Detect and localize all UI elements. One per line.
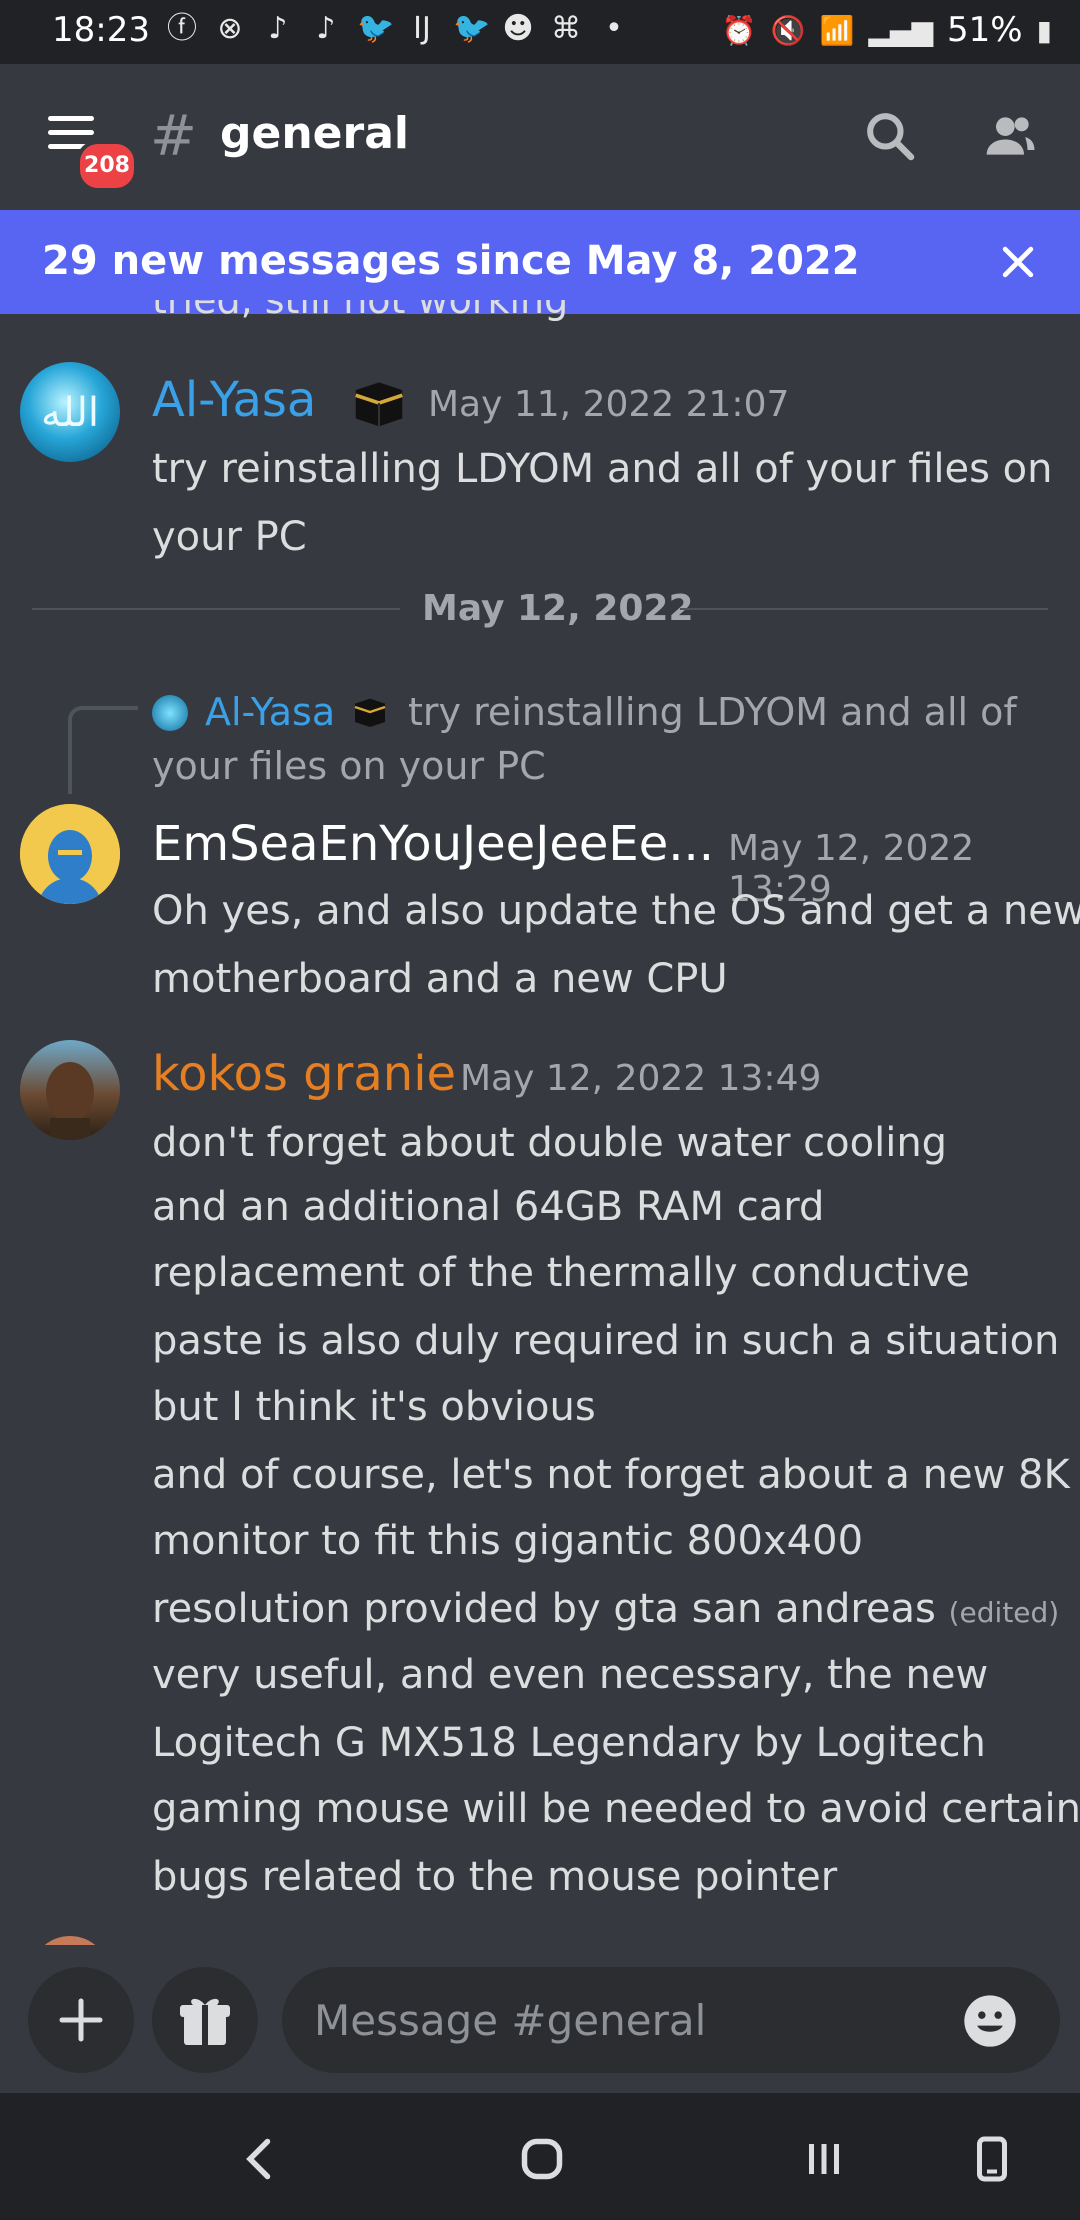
avatar[interactable] <box>20 804 120 904</box>
message-line: very useful, and even necessary, the new <box>152 1652 989 1698</box>
notification-icons: ⓕ ⊗ ♪ ♪ 🐦 IJ 🐦 ☻ ⌘ • <box>165 12 631 46</box>
home-icon[interactable] <box>512 2129 572 2189</box>
battery-level: 51% <box>947 10 1023 50</box>
close-icon[interactable] <box>996 240 1040 284</box>
app-icon: ⌘ <box>551 11 581 46</box>
message-line: your PC <box>152 514 307 560</box>
channel-header: 208 # general <box>0 64 1080 212</box>
battery-icon: ▮ <box>1036 13 1052 47</box>
message-timestamp: May 12, 2022 13:49 <box>460 1058 822 1099</box>
reddit-icon: ☻ <box>502 11 534 46</box>
message-line: resolution provided by gta san andreas (… <box>152 1586 1059 1632</box>
signal-icon: ▂▄▆ <box>868 13 933 47</box>
status-bar: 18:23 ⓕ ⊗ ♪ ♪ 🐦 IJ 🐦 ☻ ⌘ • ⏰ 🔇 📶 ▂▄▆ 51%… <box>0 0 1080 64</box>
portrait-icon <box>46 1062 94 1140</box>
system-nav-bar <box>0 2093 1080 2220</box>
twitter-icon: 🐦 <box>453 11 491 46</box>
avatar[interactable] <box>20 1040 120 1140</box>
message-input[interactable] <box>282 1967 1060 2073</box>
portrait-icon <box>20 804 120 904</box>
reply-preview[interactable]: try reinstalling LDYOM and all of <box>408 690 1017 734</box>
twitter-icon: 🐦 <box>357 11 395 46</box>
message-line-text: resolution provided by gta san andreas <box>152 1586 936 1632</box>
edited-label: (edited) <box>948 1596 1060 1629</box>
message-line: gaming mouse will be needed to avoid cer… <box>152 1786 1080 1832</box>
message-line: Logitech G MX518 Legendary by Logitech <box>152 1720 986 1766</box>
reply-connector <box>68 706 138 794</box>
unread-badge: 208 <box>76 140 138 192</box>
message-line: paste is also duly required in such a si… <box>152 1318 1060 1364</box>
message-line: try reinstalling LDYOM and all of your f… <box>152 446 1053 492</box>
message-line: motherboard and a new CPU <box>152 956 728 1002</box>
tiktok-icon: ♪ <box>316 11 336 46</box>
alarm-icon: ⏰ <box>721 13 757 47</box>
gift-icon <box>180 1998 230 2045</box>
message-line: but I think it's obvious <box>152 1384 596 1430</box>
status-time: 18:23 <box>52 10 150 50</box>
dot-icon: • <box>605 11 623 46</box>
search-icon[interactable] <box>862 108 918 164</box>
channel-name[interactable]: general <box>220 108 409 159</box>
gift-button[interactable] <box>152 1967 258 2073</box>
message-line: Oh yes, and also update the OS and get a… <box>152 888 1080 934</box>
kaaba-icon <box>355 382 403 427</box>
svg-text:الله: الله <box>41 390 99 436</box>
message-timestamp: May 11, 2022 21:07 <box>428 384 790 425</box>
message-line: don't forget about double water cooling <box>152 1120 948 1166</box>
x-icon: ⊗ <box>217 11 243 46</box>
message-line: and an additional 64GB RAM card <box>152 1184 825 1230</box>
calligraphy-icon: الله <box>41 390 99 436</box>
back-icon[interactable] <box>230 2129 290 2189</box>
partial-message: tried, still not working <box>152 300 569 322</box>
add-attachment-button[interactable] <box>28 1967 134 2073</box>
avatar[interactable]: الله <box>20 362 120 462</box>
new-messages-banner[interactable]: 29 new messages since May 8, 2022 <box>0 210 1080 314</box>
wifi-icon: 📶 <box>819 13 855 47</box>
app-icon: IJ <box>413 11 431 46</box>
plus-icon <box>59 1998 103 2042</box>
banner-text: 29 new messages since May 8, 2022 <box>42 238 860 284</box>
status-right: ⏰ 🔇 📶 ▂▄▆ 51% ▮ <box>722 10 1052 50</box>
channel-hash-icon: # <box>150 104 197 169</box>
recents-icon[interactable] <box>794 2129 854 2189</box>
members-icon[interactable] <box>982 108 1038 164</box>
tiktok-icon: ♪ <box>268 11 288 46</box>
emoji-icon[interactable] <box>962 1993 1018 2049</box>
message-composer <box>0 1945 1080 2093</box>
date-divider: May 12, 2022 <box>32 588 1048 629</box>
mute-icon: 🔇 <box>770 13 806 47</box>
message-author[interactable]: EmSeaEnYouJeeJeeEe... <box>152 816 714 872</box>
message-author[interactable]: Al-Yasa <box>152 372 316 428</box>
message-line: and of course, let's not forget about a … <box>152 1452 1070 1498</box>
facebook-icon: ⓕ <box>167 11 197 46</box>
message-author[interactable]: kokos granie <box>152 1046 456 1102</box>
message-line: replacement of the thermally conductive <box>152 1250 970 1296</box>
reply-author[interactable]: Al-Yasa <box>205 690 335 734</box>
divider-date: May 12, 2022 <box>422 588 694 629</box>
reply-preview[interactable]: your files on your PC <box>152 744 546 788</box>
kaaba-icon <box>354 698 386 727</box>
message-line: monitor to fit this gigantic 800x400 <box>152 1518 864 1564</box>
rotate-screen-icon[interactable] <box>962 2129 1022 2189</box>
message-line: bugs related to the mouse pointer <box>152 1854 838 1900</box>
reply-avatar <box>152 695 188 731</box>
